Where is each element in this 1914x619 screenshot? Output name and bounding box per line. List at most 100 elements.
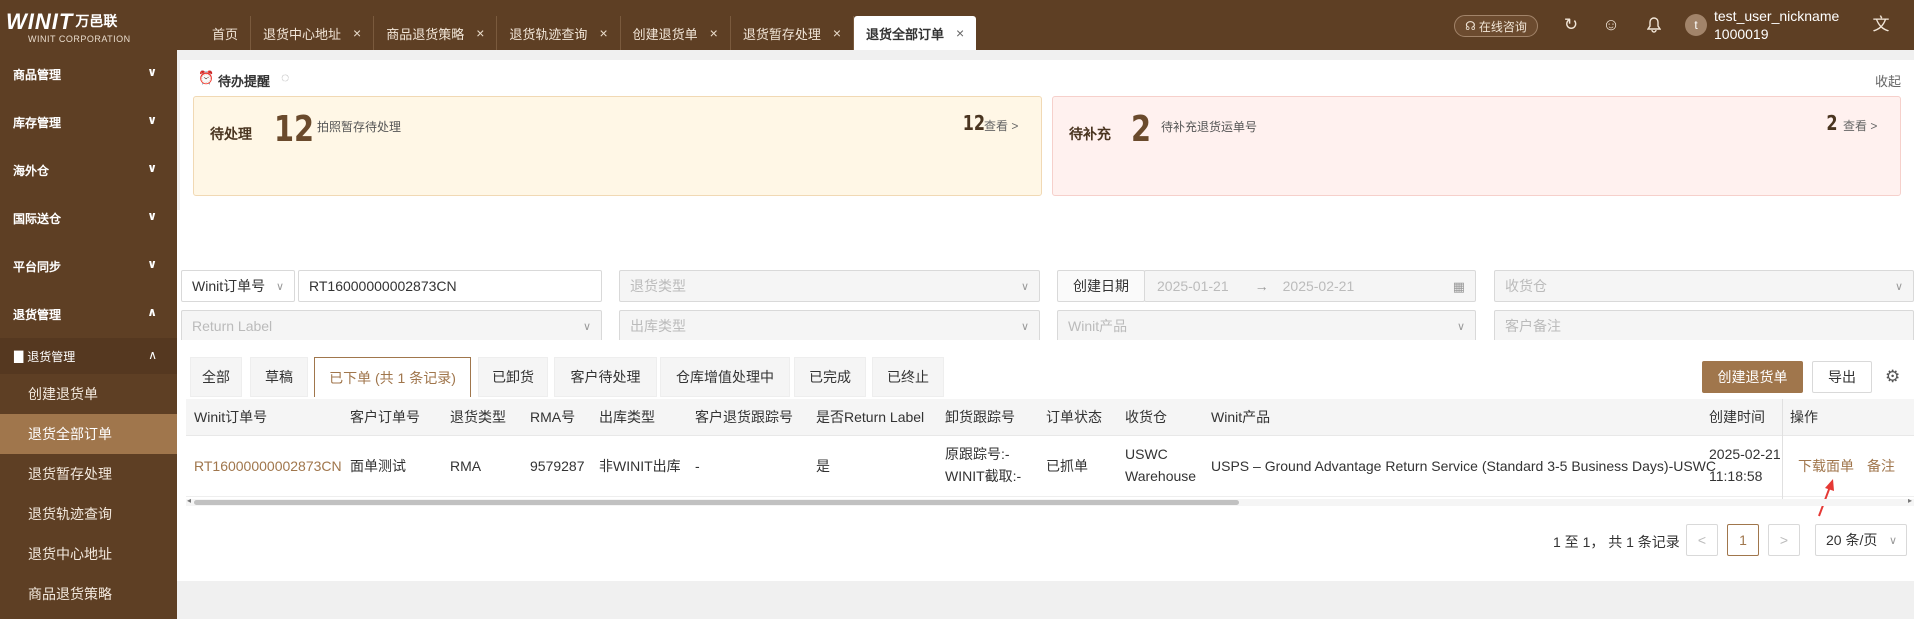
return-label-select[interactable]: Return Label ∨ [181, 310, 602, 342]
create-return-button[interactable]: 创建退货单 [1702, 361, 1803, 393]
sidebar-group-overseas[interactable]: 海外仓 ∨ [0, 146, 177, 194]
tab-create-return[interactable]: 创建退货单 × [621, 16, 731, 50]
tab-return-policy[interactable]: 商品退货策略 × [374, 16, 498, 50]
sidebar-group-goods[interactable]: 商品管理 ∨ [0, 50, 177, 98]
status-tab-terminated[interactable]: 已终止 [872, 357, 944, 397]
chevron-down-icon: ∨ [147, 113, 157, 127]
fixed-column-divider [1782, 399, 1783, 499]
status-tab-all[interactable]: 全部 [190, 357, 242, 397]
view-link[interactable]: 查看 > [984, 117, 1018, 134]
chevron-down-icon: ∨ [147, 65, 157, 79]
col-header: 客户订单号 [350, 409, 420, 425]
calendar-icon: ▦ [1452, 279, 1465, 294]
close-icon[interactable]: × [476, 25, 484, 41]
col-header: 创建时间 [1709, 409, 1765, 425]
close-icon[interactable]: × [956, 25, 964, 41]
sidebar-subgroup-returns[interactable]: ▇ 退货管理 ∧ [0, 338, 177, 374]
col-header: 退货类型 [450, 409, 506, 425]
close-icon[interactable]: × [710, 25, 718, 41]
collapse-link[interactable]: 收起 [1875, 71, 1901, 90]
tab-all-returns[interactable]: 退货全部订单 × [854, 16, 977, 50]
return-type-select[interactable]: 退货类型 ∨ [619, 270, 1040, 302]
order-number-input[interactable]: RT16000000002873CN [298, 270, 602, 302]
sidebar-item-return-staging[interactable]: 退货暂存处理 [0, 454, 177, 494]
cell-warehouse-2: Warehouse [1125, 468, 1197, 484]
status-tab-completed[interactable]: 已完成 [794, 357, 866, 397]
online-consult-button[interactable]: ☊ 在线咨询 [1454, 15, 1538, 37]
bell-icon[interactable] [1643, 14, 1665, 36]
chevron-down-icon: ∨ [1020, 281, 1029, 293]
chevron-down-icon: ∨ [147, 209, 157, 223]
sidebar-group-intl[interactable]: 国际送仓 ∨ [0, 194, 177, 242]
order-number-link[interactable]: RT16000000002873CN [194, 455, 342, 478]
tab-home[interactable]: 首页 [200, 16, 252, 50]
product-select[interactable]: Winit产品 ∨ [1057, 310, 1476, 342]
todo-title: 待办提醒 [218, 74, 271, 89]
cell-return-type: RMA [450, 458, 482, 474]
tab-return-staging[interactable]: 退货暂存处理 × [731, 16, 855, 50]
sidebar-group-sync[interactable]: 平台同步 ∨ [0, 242, 177, 290]
order-type-select[interactable]: Winit订单号 ∨ [181, 270, 295, 302]
download-label-link[interactable]: 下载面单 [1798, 455, 1854, 478]
outbound-type-select[interactable]: 出库类型 ∨ [619, 310, 1040, 342]
horizontal-scrollbar[interactable]: ◂ ▸ [186, 496, 1914, 506]
sidebar-item-all-returns[interactable]: 退货全部订单 [0, 414, 177, 454]
prev-page-button[interactable]: < [1686, 524, 1718, 556]
remark-link[interactable]: 备注 [1867, 455, 1895, 478]
sidebar-item-return-policy[interactable]: 商品退货策略 [0, 574, 177, 614]
user-info[interactable]: test_user_nickname 1000019 [1714, 7, 1839, 43]
smile-icon[interactable]: ☺ [1600, 14, 1622, 36]
username: test_user_nickname [1714, 8, 1840, 24]
chevron-down-icon: ∨ [1456, 321, 1465, 333]
cell-product: USPS – Ground Advantage Return Service (… [1211, 458, 1717, 474]
warehouse-select[interactable]: 收货仓 ∨ [1494, 270, 1914, 302]
col-header: 是否Return Label [816, 409, 925, 425]
pagination-summary: 1 至 1， 共 1 条记录 [1553, 534, 1680, 550]
date-range-picker[interactable]: 2025-01-21 → 2025-02-21 ▦ [1144, 270, 1476, 302]
close-icon[interactable]: × [599, 25, 607, 41]
sidebar: 商品管理 ∨ 库存管理 ∨ 海外仓 ∨ 国际送仓 ∨ 平台同步 ∨ 退货管理 ∧ ▇ 退货管理… [0, 50, 177, 619]
sidebar-item-return-tracking[interactable]: 退货轨迹查询 [0, 494, 177, 534]
close-icon[interactable]: × [353, 25, 361, 41]
col-header: 订单状态 [1046, 409, 1102, 425]
status-tab-ordered[interactable]: 已下单 (共 1 条记录) [314, 357, 471, 397]
status-tab-warehouse-processing[interactable]: 仓库增值处理中 [660, 357, 790, 397]
chevron-up-icon: ∧ [147, 305, 157, 319]
translate-icon[interactable]: 文 [1870, 14, 1892, 36]
avatar[interactable]: t [1685, 14, 1707, 36]
todo-card-supplement: 待补充 2 待补充退货运单号 2 查看 > [1052, 96, 1901, 196]
export-button[interactable]: 导出 [1812, 361, 1872, 393]
date-to: 2025-02-21 [1282, 278, 1355, 294]
loading-icon: ◌ [281, 69, 290, 85]
remark-input[interactable]: 客户备注 [1494, 310, 1914, 342]
page-1-button[interactable]: 1 [1727, 524, 1759, 556]
col-header: Winit产品 [1211, 409, 1271, 425]
sidebar-item-return-center-address[interactable]: 退货中心地址 [0, 534, 177, 574]
close-icon[interactable]: × [833, 25, 841, 41]
col-header: 收货仓 [1125, 409, 1167, 425]
col-header: 操作 [1790, 409, 1818, 425]
page-size-select[interactable]: 20 条/页 ∨ [1815, 524, 1907, 556]
cell-return-label: 是 [816, 458, 830, 474]
gear-icon[interactable]: ⚙ [1885, 367, 1900, 387]
sidebar-item-create-return[interactable]: 创建退货单 [0, 374, 177, 414]
scrollbar-thumb[interactable] [194, 500, 1239, 505]
tab-return-tracking[interactable]: 退货轨迹查询 × [497, 16, 621, 50]
col-header: 卸货跟踪号 [945, 409, 1015, 425]
scroll-left-icon[interactable]: ◂ [187, 496, 191, 505]
view-link[interactable]: 查看 > [1843, 117, 1877, 134]
status-tab-unloaded[interactable]: 已卸货 [478, 357, 548, 397]
chevron-up-icon: ∧ [148, 348, 157, 362]
cell-unload-1: 原跟踪号:- [945, 446, 1010, 462]
scroll-right-icon[interactable]: ▸ [1908, 496, 1912, 505]
sidebar-group-returns[interactable]: 退货管理 ∧ [0, 290, 177, 338]
status-tab-draft[interactable]: 草稿 [250, 357, 308, 397]
user-id: 1000019 [1714, 26, 1769, 42]
cell-status: 已抓单 [1046, 458, 1088, 474]
refresh-icon[interactable]: ↻ [1560, 14, 1582, 36]
next-page-button[interactable]: > [1768, 524, 1800, 556]
date-separator: → [1254, 278, 1269, 294]
tab-return-center-address[interactable]: 退货中心地址 × [251, 16, 375, 50]
sidebar-group-inventory[interactable]: 库存管理 ∨ [0, 98, 177, 146]
status-tab-customer-pending[interactable]: 客户待处理 [554, 357, 657, 397]
